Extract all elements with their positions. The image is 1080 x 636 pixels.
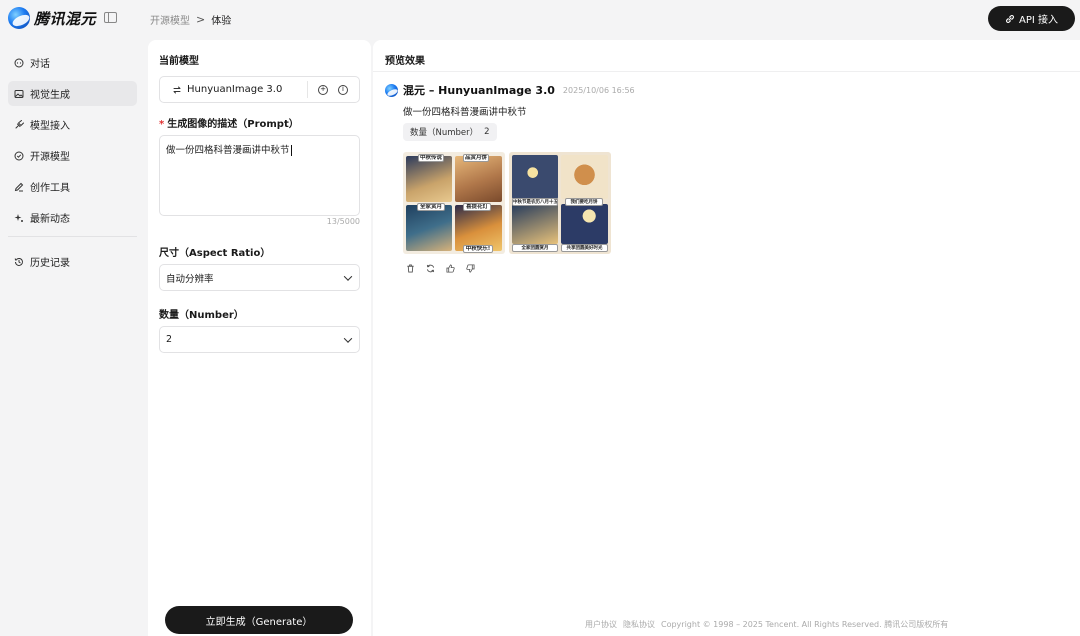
generate-button[interactable]: 立即生成（Generate） [165,606,353,634]
prompt-text: 做一份四格科普漫画讲中秋节 [166,145,290,156]
comic-panel [512,155,558,199]
prompt-label: * 生成图像的描述（Prompt） [159,115,299,130]
config-panel: 当前模型 HunyuanImage 3.0 + i * 生成图像的描述（Promp… [148,40,371,636]
breadcrumb-current: 体验 [211,16,232,27]
chevron-right-icon: > [196,13,206,26]
required-marker: * [159,119,165,130]
comic-panel [406,205,452,251]
sidebar-item-latest-news[interactable]: 最新动态 [8,205,137,230]
delete-icon[interactable] [406,264,415,273]
number-value: 2 [166,334,173,345]
footer-link-terms[interactable]: 用户协议 [585,619,617,630]
aspect-ratio-value: 自动分辨率 [166,273,214,285]
brand-logo[interactable]: 腾讯混元 [8,7,96,29]
sidebar-item-label: 历史记录 [30,258,70,269]
api-access-label: API 接入 [1019,15,1058,26]
swap-icon [173,86,181,93]
number-select[interactable]: 2 [159,326,360,353]
comic-panel [561,204,608,244]
sidebar-item-label: 创作工具 [30,183,70,194]
chevron-down-icon [343,271,353,281]
number-tag-label: 数量（Number） [410,128,479,138]
preview-divider [373,71,1080,72]
breadcrumb-parent[interactable]: 开源模型 [150,12,190,27]
current-model-heading: 当前模型 [159,56,199,67]
model-name: HunyuanImage 3.0 [187,84,283,95]
comic-caption: 共享团圆美好时光 [561,244,608,252]
chevron-down-icon [343,333,353,343]
text-caret [290,145,292,156]
comic-panel [561,155,608,199]
comic-caption: 我们要吃月饼 [565,198,603,206]
breadcrumb: 开源模型 > 体验 [150,12,231,27]
regenerate-icon[interactable] [426,264,435,273]
sparkle-icon [14,213,23,222]
link-icon [1006,14,1014,23]
hunyuan-logo-icon [8,7,30,29]
pen-icon [14,182,24,191]
chat-icon [14,58,24,67]
generated-image-1[interactable]: 中秋传说 品赏月饼 全家赏月 喜提花灯 中秋快乐! [403,152,505,254]
message-timestamp: 2025/10/06 16:56 [562,85,635,95]
open-source-icon [14,151,24,160]
model-selector[interactable]: HunyuanImage 3.0 + i [159,76,360,103]
history-icon [14,257,23,266]
sidebar: 对话 视觉生成 模型接入 开源模型 创作工具 最新动态 历史记录 [8,50,137,280]
comic-caption: 全家赏月 [417,203,445,211]
sidebar-item-label: 开源模型 [30,152,70,163]
info-icon[interactable]: i [338,84,348,95]
comic-caption: 中秋快乐! [463,245,493,253]
brand-name: 腾讯混元 [34,9,97,28]
add-circle-icon[interactable]: + [318,84,328,95]
sidebar-item-label: 模型接入 [30,121,70,132]
prompt-input[interactable]: 做一份四格科普漫画讲中秋节 [159,135,360,216]
comic-caption: 品赏月饼 [463,154,489,162]
preview-panel: 预览效果 混元 – HunyuanImage 3.0 2025/10/06 16… [373,40,1080,636]
model-switch[interactable]: HunyuanImage 3.0 [160,81,308,98]
footer: 用户协议 隐私协议 Copyright © 1998 – 2025 Tencen… [585,619,948,630]
sidebar-toggle-icon[interactable] [104,12,117,23]
generated-image-2[interactable]: 中秋节是农历八月十五 我们要吃月饼 全家团圆赏月 共享团圆美好时光 [509,152,611,254]
thumbs-up-icon[interactable] [446,264,455,273]
message-header: 混元 – HunyuanImage 3.0 2025/10/06 16:56 [385,82,635,98]
comic-panel [455,156,502,202]
sidebar-item-history[interactable]: 历史记录 [8,249,137,274]
comic-caption: 中秋传说 [418,154,444,162]
thumbs-down-icon[interactable] [466,264,475,273]
top-bar: 腾讯混元 开源模型 > 体验 API 接入 [0,0,1080,38]
message-title: 混元 – HunyuanImage 3.0 [403,84,555,97]
api-access-button[interactable]: API 接入 [988,6,1075,31]
aspect-ratio-label: 尺寸（Aspect Ratio） [159,248,271,259]
comic-caption: 喜提花灯 [463,203,491,211]
aspect-ratio-select[interactable]: 自动分辨率 [159,264,360,291]
number-tag-value: 2 [484,127,490,137]
comic-caption: 中秋节是农历八月十五 [512,198,558,206]
prompt-label-text: 生成图像的描述（Prompt） [167,119,299,130]
plugin-icon [15,119,24,128]
sidebar-divider [8,236,137,237]
comic-panel [512,204,558,244]
sidebar-item-creation-tools[interactable]: 创作工具 [8,174,137,199]
number-label: 数量（Number） [159,310,244,321]
comic-panel [406,156,452,202]
message-prompt: 做一份四格科普漫画讲中秋节 [403,107,527,118]
sidebar-item-open-source[interactable]: 开源模型 [8,143,137,168]
sidebar-item-model-access[interactable]: 模型接入 [8,112,137,137]
image-icon [14,89,24,98]
footer-link-privacy[interactable]: 隐私协议 [623,619,655,630]
sidebar-item-label: 对话 [30,59,50,70]
image-actions [406,264,475,273]
hunyuan-avatar-icon [385,83,398,97]
sidebar-item-chat[interactable]: 对话 [8,50,137,75]
sidebar-item-visual-generation[interactable]: 视觉生成 [8,81,137,106]
sidebar-item-label: 视觉生成 [30,90,70,101]
footer-copyright: Copyright © 1998 – 2025 Tencent. All Rig… [661,620,949,629]
preview-heading: 预览效果 [385,56,425,67]
comic-caption: 全家团圆赏月 [512,244,558,252]
sidebar-item-label: 最新动态 [30,214,70,225]
number-tag: 数量（Number） 2 [403,123,497,141]
prompt-counter: 13/5000 [326,217,360,226]
